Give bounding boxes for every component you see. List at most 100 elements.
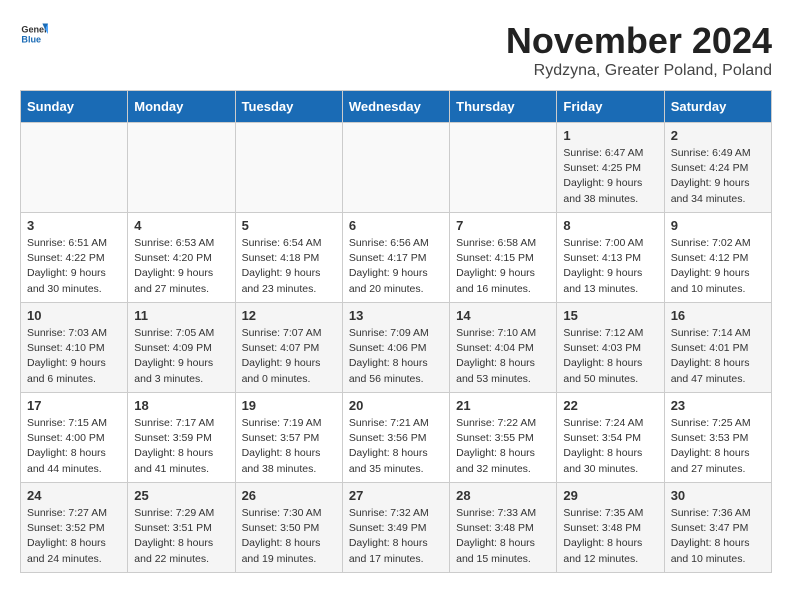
table-row: 27 Sunrise: 7:32 AM Sunset: 3:49 PM Dayli… bbox=[342, 483, 449, 573]
day-info: Sunrise: 7:10 AM Sunset: 4:04 PM Dayligh… bbox=[456, 326, 550, 387]
day-number: 18 bbox=[134, 398, 228, 413]
day-number: 4 bbox=[134, 218, 228, 233]
table-row: 4 Sunrise: 6:53 AM Sunset: 4:20 PM Daylig… bbox=[128, 213, 235, 303]
header-monday: Monday bbox=[128, 91, 235, 123]
day-info: Sunrise: 7:36 AM Sunset: 3:47 PM Dayligh… bbox=[671, 506, 765, 567]
logo: General Blue bbox=[20, 20, 48, 48]
day-number: 24 bbox=[27, 488, 121, 503]
day-number: 7 bbox=[456, 218, 550, 233]
table-row: 12Sunrise: 7:07 AM Sunset: 4:07 PM Dayli… bbox=[235, 303, 342, 393]
day-number: 30 bbox=[671, 488, 765, 503]
table-row: 20 Sunrise: 7:21 AM Sunset: 3:56 PM Dayli… bbox=[342, 393, 449, 483]
table-row: 21 Sunrise: 7:22 AM Sunset: 3:55 PM Dayli… bbox=[450, 393, 557, 483]
table-row: 3 Sunrise: 6:51 AM Sunset: 4:22 PM Daylig… bbox=[21, 213, 128, 303]
title-section: November 2024 Rydzyna, Greater Poland, P… bbox=[506, 20, 772, 80]
calendar-week-row: 3 Sunrise: 6:51 AM Sunset: 4:22 PM Daylig… bbox=[21, 213, 772, 303]
day-info: Sunrise: 6:47 AM Sunset: 4:25 PM Dayligh… bbox=[563, 146, 657, 207]
table-row: 26 Sunrise: 7:30 AM Sunset: 3:50 PM Dayli… bbox=[235, 483, 342, 573]
day-info: Sunrise: 7:19 AM Sunset: 3:57 PM Dayligh… bbox=[242, 416, 336, 477]
day-number: 2 bbox=[671, 128, 765, 143]
table-row: 19 Sunrise: 7:19 AM Sunset: 3:57 PM Dayli… bbox=[235, 393, 342, 483]
header-sunday: Sunday bbox=[21, 91, 128, 123]
header-saturday: Saturday bbox=[664, 91, 771, 123]
table-row: 10 Sunrise: 7:03 AM Sunset: 4:10 PM Dayli… bbox=[21, 303, 128, 393]
day-number: 1 bbox=[563, 128, 657, 143]
day-number: 17 bbox=[27, 398, 121, 413]
calendar-week-row: 17Sunrise: 7:15 AM Sunset: 4:00 PM Dayli… bbox=[21, 393, 772, 483]
table-row: 28 Sunrise: 7:33 AM Sunset: 3:48 PM Dayli… bbox=[450, 483, 557, 573]
day-info: Sunrise: 7:00 AM Sunset: 4:13 PM Dayligh… bbox=[563, 236, 657, 297]
table-row: 9 Sunrise: 7:02 AM Sunset: 4:12 PM Daylig… bbox=[664, 213, 771, 303]
table-row: 30 Sunrise: 7:36 AM Sunset: 3:47 PM Dayli… bbox=[664, 483, 771, 573]
day-info: Sunrise: 7:35 AM Sunset: 3:48 PM Dayligh… bbox=[563, 506, 657, 567]
day-number: 26 bbox=[242, 488, 336, 503]
day-info: Sunrise: 7:24 AM Sunset: 3:54 PM Dayligh… bbox=[563, 416, 657, 477]
table-row: 23 Sunrise: 7:25 AM Sunset: 3:53 PM Dayli… bbox=[664, 393, 771, 483]
table-row: 11 Sunrise: 7:05 AM Sunset: 4:09 PM Dayli… bbox=[128, 303, 235, 393]
day-info: Sunrise: 7:25 AM Sunset: 3:53 PM Dayligh… bbox=[671, 416, 765, 477]
day-number: 21 bbox=[456, 398, 550, 413]
header-thursday: Thursday bbox=[450, 91, 557, 123]
day-number: 29 bbox=[563, 488, 657, 503]
day-number: 13 bbox=[349, 308, 443, 323]
calendar-title: November 2024 bbox=[506, 20, 772, 62]
table-row bbox=[235, 123, 342, 213]
day-number: 3 bbox=[27, 218, 121, 233]
day-info: Sunrise: 7:17 AM Sunset: 3:59 PM Dayligh… bbox=[134, 416, 228, 477]
day-number: 8 bbox=[563, 218, 657, 233]
day-info: Sunrise: 7:32 AM Sunset: 3:49 PM Dayligh… bbox=[349, 506, 443, 567]
table-row: 16Sunrise: 7:14 AM Sunset: 4:01 PM Dayli… bbox=[664, 303, 771, 393]
day-number: 22 bbox=[563, 398, 657, 413]
day-number: 23 bbox=[671, 398, 765, 413]
day-number: 16 bbox=[671, 308, 765, 323]
day-number: 20 bbox=[349, 398, 443, 413]
day-number: 9 bbox=[671, 218, 765, 233]
day-number: 25 bbox=[134, 488, 228, 503]
day-number: 27 bbox=[349, 488, 443, 503]
day-info: Sunrise: 6:56 AM Sunset: 4:17 PM Dayligh… bbox=[349, 236, 443, 297]
day-info: Sunrise: 6:53 AM Sunset: 4:20 PM Dayligh… bbox=[134, 236, 228, 297]
day-number: 19 bbox=[242, 398, 336, 413]
day-info: Sunrise: 7:02 AM Sunset: 4:12 PM Dayligh… bbox=[671, 236, 765, 297]
table-row: 13 Sunrise: 7:09 AM Sunset: 4:06 PM Dayli… bbox=[342, 303, 449, 393]
weekday-header-row: Sunday Monday Tuesday Wednesday Thursday… bbox=[21, 91, 772, 123]
table-row: 8 Sunrise: 7:00 AM Sunset: 4:13 PM Daylig… bbox=[557, 213, 664, 303]
calendar-week-row: 1 Sunrise: 6:47 AM Sunset: 4:25 PM Daylig… bbox=[21, 123, 772, 213]
table-row bbox=[342, 123, 449, 213]
table-row bbox=[128, 123, 235, 213]
day-info: Sunrise: 6:58 AM Sunset: 4:15 PM Dayligh… bbox=[456, 236, 550, 297]
day-info: Sunrise: 7:21 AM Sunset: 3:56 PM Dayligh… bbox=[349, 416, 443, 477]
day-info: Sunrise: 7:30 AM Sunset: 3:50 PM Dayligh… bbox=[242, 506, 336, 567]
svg-text:Blue: Blue bbox=[21, 34, 41, 44]
day-number: 28 bbox=[456, 488, 550, 503]
table-row: 18 Sunrise: 7:17 AM Sunset: 3:59 PM Dayli… bbox=[128, 393, 235, 483]
day-number: 10 bbox=[27, 308, 121, 323]
day-info: Sunrise: 6:51 AM Sunset: 4:22 PM Dayligh… bbox=[27, 236, 121, 297]
day-number: 11 bbox=[134, 308, 228, 323]
table-row: 17Sunrise: 7:15 AM Sunset: 4:00 PM Dayli… bbox=[21, 393, 128, 483]
day-info: Sunrise: 7:22 AM Sunset: 3:55 PM Dayligh… bbox=[456, 416, 550, 477]
day-info: Sunrise: 7:12 AM Sunset: 4:03 PM Dayligh… bbox=[563, 326, 657, 387]
day-number: 12 bbox=[242, 308, 336, 323]
table-row: 14 Sunrise: 7:10 AM Sunset: 4:04 PM Dayli… bbox=[450, 303, 557, 393]
calendar-subtitle: Rydzyna, Greater Poland, Poland bbox=[506, 62, 772, 80]
day-info: Sunrise: 6:54 AM Sunset: 4:18 PM Dayligh… bbox=[242, 236, 336, 297]
day-info: Sunrise: 7:27 AM Sunset: 3:52 PM Dayligh… bbox=[27, 506, 121, 567]
calendar-week-row: 24 Sunrise: 7:27 AM Sunset: 3:52 PM Dayli… bbox=[21, 483, 772, 573]
day-info: Sunrise: 7:29 AM Sunset: 3:51 PM Dayligh… bbox=[134, 506, 228, 567]
table-row: 6 Sunrise: 6:56 AM Sunset: 4:17 PM Daylig… bbox=[342, 213, 449, 303]
day-number: 15 bbox=[563, 308, 657, 323]
header-friday: Friday bbox=[557, 91, 664, 123]
header-wednesday: Wednesday bbox=[342, 91, 449, 123]
day-info: Sunrise: 7:05 AM Sunset: 4:09 PM Dayligh… bbox=[134, 326, 228, 387]
day-info: Sunrise: 7:33 AM Sunset: 3:48 PM Dayligh… bbox=[456, 506, 550, 567]
day-info: Sunrise: 7:03 AM Sunset: 4:10 PM Dayligh… bbox=[27, 326, 121, 387]
day-info: Sunrise: 6:49 AM Sunset: 4:24 PM Dayligh… bbox=[671, 146, 765, 207]
table-row bbox=[21, 123, 128, 213]
day-info: Sunrise: 7:09 AM Sunset: 4:06 PM Dayligh… bbox=[349, 326, 443, 387]
day-number: 14 bbox=[456, 308, 550, 323]
table-row: 29 Sunrise: 7:35 AM Sunset: 3:48 PM Dayli… bbox=[557, 483, 664, 573]
day-number: 6 bbox=[349, 218, 443, 233]
calendar-week-row: 10 Sunrise: 7:03 AM Sunset: 4:10 PM Dayli… bbox=[21, 303, 772, 393]
table-row: 25 Sunrise: 7:29 AM Sunset: 3:51 PM Dayli… bbox=[128, 483, 235, 573]
